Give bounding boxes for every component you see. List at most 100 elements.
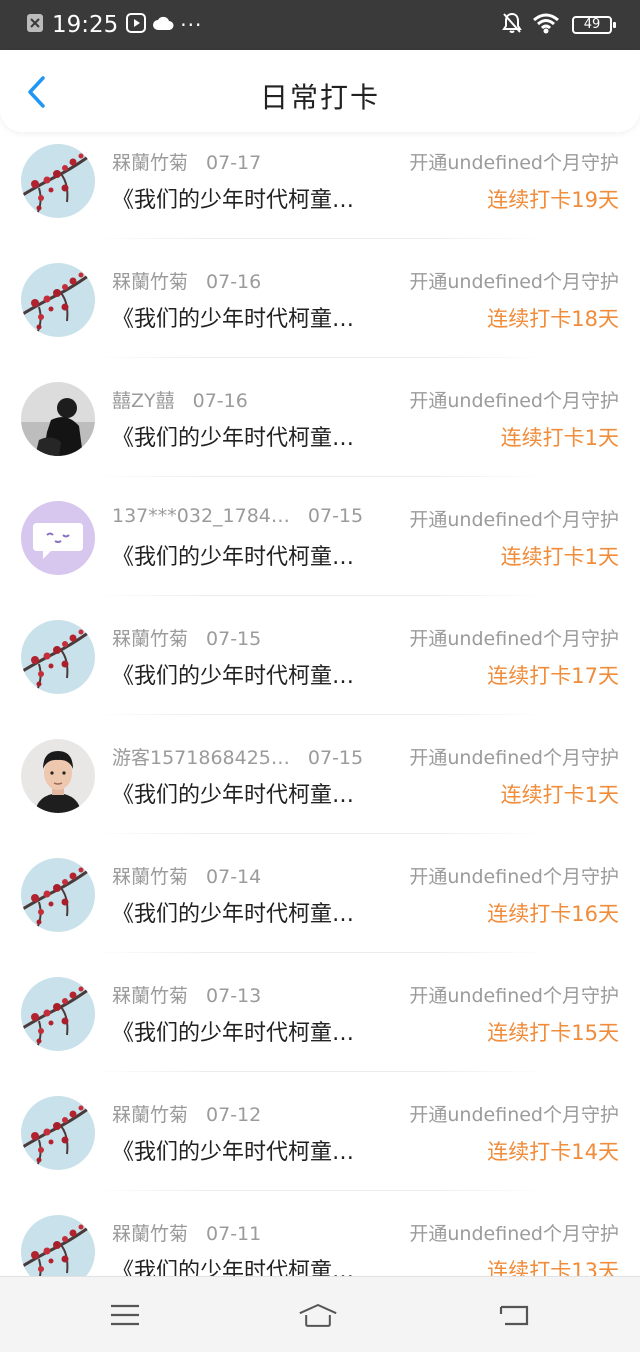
streak-label: 连续打卡16天 <box>487 902 619 926</box>
avatar[interactable] <box>21 382 95 456</box>
user-name[interactable]: 槑蘭竹菊 <box>112 271 188 293</box>
user-name[interactable]: 槑蘭竹菊 <box>112 985 188 1007</box>
menu-button[interactable] <box>105 1299 145 1331</box>
list-item[interactable]: 囍ZY囍 07-16 开通undefined个月守护 《我们的少年时代柯童… 连续… <box>0 376 640 495</box>
back-nav-button[interactable] <box>494 1299 534 1331</box>
return-icon <box>499 1305 529 1326</box>
row-divider <box>95 833 545 834</box>
home-icon <box>299 1304 337 1327</box>
book-title: 《我们的少年时代柯童… <box>112 188 355 213</box>
streak-label: 连续打卡1天 <box>500 545 619 569</box>
guard-status: 开通undefined个月守护 <box>409 866 619 888</box>
list-item[interactable]: 槑蘭竹菊 07-16 开通undefined个月守护 《我们的少年时代柯童… 连续… <box>0 257 640 376</box>
streak-label: 连续打卡13天 <box>487 1259 619 1276</box>
list-item[interactable]: 槑蘭竹菊 07-12 开通undefined个月守护 《我们的少年时代柯童… 连续… <box>0 1090 640 1209</box>
guard-status: 开通undefined个月守护 <box>409 1223 619 1245</box>
row-divider <box>95 595 545 596</box>
book-title: 《我们的少年时代柯童… <box>112 1021 355 1046</box>
video-icon <box>126 13 147 37</box>
guard-status: 开通undefined个月守护 <box>409 747 619 769</box>
row-divider <box>95 714 545 715</box>
row-divider <box>95 1071 545 1072</box>
status-bar-right: 49 <box>502 11 616 39</box>
list-item[interactable]: 槑蘭竹菊 07-14 开通undefined个月守护 《我们的少年时代柯童… 连续… <box>0 852 640 971</box>
avatar[interactable] <box>21 977 95 1051</box>
user-meta: 槑蘭竹菊 07-11 <box>112 1219 261 1246</box>
user-name[interactable]: 137***032_1784… <box>112 505 290 527</box>
row-divider <box>95 476 545 477</box>
guard-status: 开通undefined个月守护 <box>409 1104 619 1126</box>
user-name[interactable]: 游客1571868425… <box>112 747 290 769</box>
streak-label: 连续打卡18天 <box>487 307 619 331</box>
close-notification-icon <box>26 13 44 37</box>
user-name[interactable]: 槑蘭竹菊 <box>112 1223 188 1245</box>
avatar[interactable] <box>21 263 95 337</box>
header: 日常打卡 <box>0 50 640 132</box>
book-title: 《我们的少年时代柯童… <box>112 545 355 570</box>
book-title: 《我们的少年时代柯童… <box>112 426 355 451</box>
book-title: 《我们的少年时代柯童… <box>112 902 355 927</box>
user-meta: 槑蘭竹菊 07-15 <box>112 624 261 651</box>
row-divider <box>95 357 545 358</box>
book-title: 《我们的少年时代柯童… <box>112 307 355 332</box>
user-meta: 槑蘭竹菊 07-12 <box>112 1100 261 1127</box>
status-bar: 19:25 ··· 49 <box>0 0 640 50</box>
cloud-icon <box>152 15 174 35</box>
user-meta: 槑蘭竹菊 07-14 <box>112 862 261 889</box>
guard-status: 开通undefined个月守护 <box>409 152 619 174</box>
streak-label: 连续打卡14天 <box>487 1140 619 1164</box>
guard-status: 开通undefined个月守护 <box>409 985 619 1007</box>
checkin-date: 07-15 <box>307 747 364 769</box>
guard-status: 开通undefined个月守护 <box>409 628 619 650</box>
checkin-date: 07-11 <box>206 1223 262 1245</box>
list-item[interactable]: 槑蘭竹菊 07-17 开通undefined个月守护 《我们的少年时代柯童… 连续… <box>0 138 640 257</box>
checkin-list[interactable]: 槑蘭竹菊 07-17 开通undefined个月守护 《我们的少年时代柯童… 连续… <box>0 132 640 1276</box>
list-item[interactable]: 槑蘭竹菊 07-15 开通undefined个月守护 《我们的少年时代柯童… 连续… <box>0 614 640 733</box>
checkin-date: 07-15 <box>206 628 262 650</box>
guard-status: 开通undefined个月守护 <box>409 271 619 293</box>
checkin-date: 07-14 <box>206 866 262 888</box>
user-meta: 游客1571868425… 07-15 <box>112 743 363 770</box>
avatar[interactable] <box>21 739 95 813</box>
menu-icon <box>111 1304 139 1326</box>
row-divider <box>95 1190 545 1191</box>
avatar[interactable] <box>21 1096 95 1170</box>
status-time: 19:25 <box>52 12 119 38</box>
checkin-date: 07-16 <box>192 390 248 412</box>
avatar[interactable] <box>21 1215 95 1276</box>
streak-label: 连续打卡17天 <box>487 664 619 688</box>
list-item[interactable]: 游客1571868425… 07-15 开通undefined个月守护 《我们的少… <box>0 733 640 852</box>
user-meta: 槑蘭竹菊 07-17 <box>112 148 261 175</box>
avatar[interactable] <box>21 501 95 575</box>
avatar[interactable] <box>21 620 95 694</box>
avatar[interactable] <box>21 858 95 932</box>
page-title: 日常打卡 <box>259 81 380 114</box>
guard-status: 开通undefined个月守护 <box>409 509 619 531</box>
user-name[interactable]: 槑蘭竹菊 <box>112 866 188 888</box>
streak-label: 连续打卡19天 <box>487 188 619 212</box>
streak-label: 连续打卡1天 <box>500 783 619 807</box>
home-button[interactable] <box>298 1299 338 1331</box>
checkin-date: 07-15 <box>307 505 364 527</box>
list-item[interactable]: 137***032_1784… 07-15 开通undefined个月守护 《我们… <box>0 495 640 614</box>
book-title: 《我们的少年时代柯童… <box>112 1140 355 1165</box>
user-name[interactable]: 槑蘭竹菊 <box>112 152 188 174</box>
list-item[interactable]: 槑蘭竹菊 07-11 开通undefined个月守护 《我们的少年时代柯童… 连续… <box>0 1209 640 1276</box>
checkin-date: 07-16 <box>206 271 262 293</box>
checkin-date: 07-17 <box>206 152 262 174</box>
row-divider <box>95 952 545 953</box>
user-name[interactable]: 槑蘭竹菊 <box>112 628 188 650</box>
avatar[interactable] <box>21 144 95 218</box>
list-item[interactable]: 槑蘭竹菊 07-13 开通undefined个月守护 《我们的少年时代柯童… 连续… <box>0 971 640 1090</box>
user-name[interactable]: 囍ZY囍 <box>112 390 175 412</box>
book-title: 《我们的少年时代柯童… <box>112 664 355 689</box>
book-title: 《我们的少年时代柯童… <box>112 1259 355 1276</box>
user-name[interactable]: 槑蘭竹菊 <box>112 1104 188 1126</box>
more-status-icon: ··· <box>180 13 203 37</box>
system-nav-bar <box>0 1276 640 1352</box>
guard-status: 开通undefined个月守护 <box>409 390 619 412</box>
user-meta: 槑蘭竹菊 07-13 <box>112 981 261 1008</box>
row-divider <box>95 238 545 239</box>
book-title: 《我们的少年时代柯童… <box>112 783 355 808</box>
wifi-icon <box>532 12 560 38</box>
